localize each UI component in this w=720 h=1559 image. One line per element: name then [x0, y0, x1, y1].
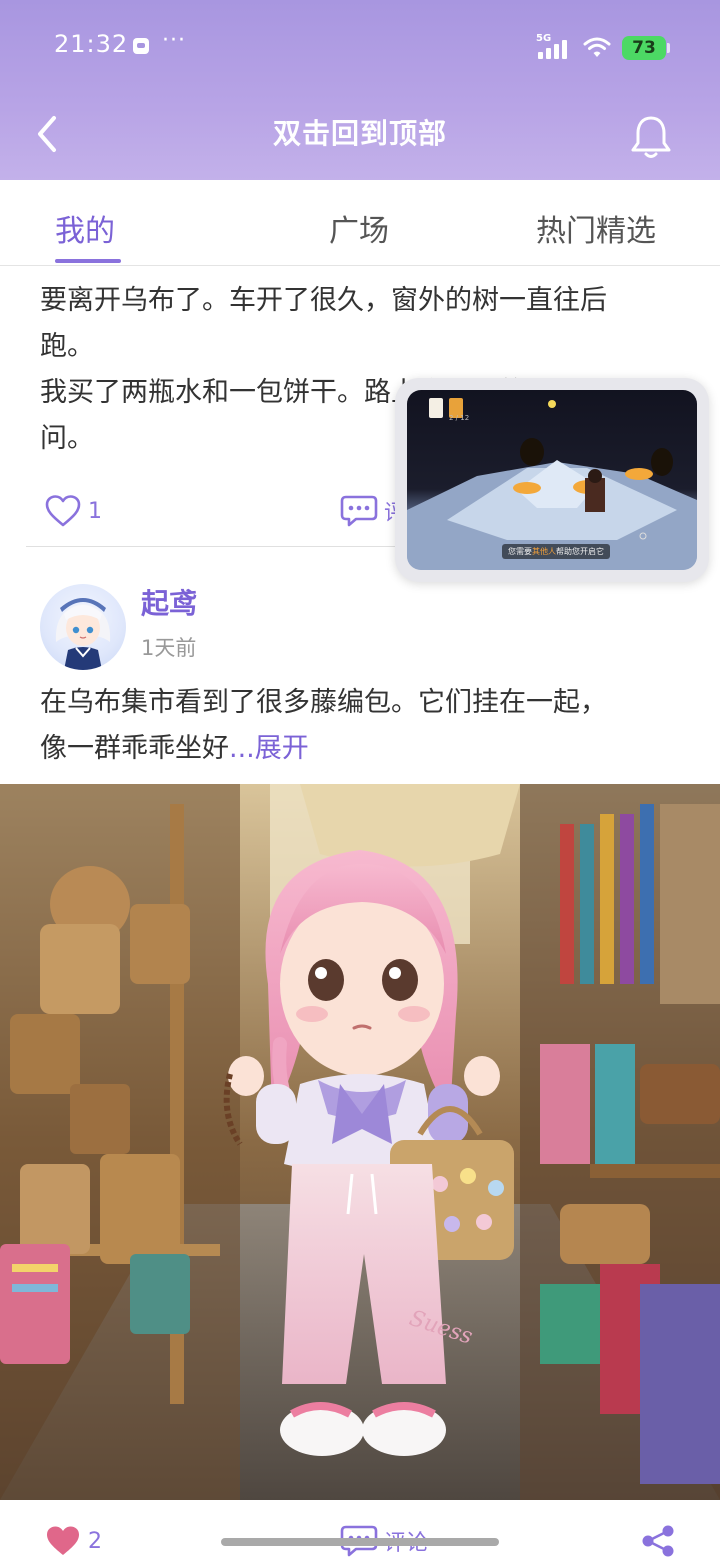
- expand-link[interactable]: ...展开: [229, 733, 309, 764]
- post-timestamp: 1天前: [141, 636, 197, 660]
- top-header: 21:32 ··· 5G 73 双击回到顶部: [0, 0, 720, 180]
- wifi-icon: [583, 37, 611, 57]
- post2-like-button[interactable]: 2: [44, 1524, 102, 1558]
- post1-like-count: 1: [88, 498, 102, 524]
- tab-plaza[interactable]: 广场: [329, 206, 389, 250]
- battery-tip: [667, 43, 670, 53]
- post-image[interactable]: Suess: [0, 784, 720, 1500]
- post2-like-count: 2: [88, 1528, 102, 1554]
- post2-line: 在乌布集市看到了很多藤编包。它们挂在一起，: [40, 687, 607, 718]
- floating-video-screen: 2 / 12 您需要其他人帮助您开启它: [407, 390, 697, 570]
- pip-level-text: 2 / 12: [449, 414, 470, 422]
- status-time: 21:32: [54, 30, 129, 58]
- share-button[interactable]: [640, 1524, 676, 1558]
- post1-line: 跑。: [40, 331, 94, 362]
- bell-icon[interactable]: [626, 112, 676, 162]
- avatar-illustration: [55, 598, 111, 670]
- post1-line: 要离开乌布了。车开了很久，窗外的树一直往后: [40, 285, 607, 316]
- signal-icon: [538, 40, 567, 59]
- comment-icon: [340, 495, 378, 527]
- heart-filled-icon: [47, 1526, 79, 1555]
- feed-tabs: 我的 广场 热门精选: [0, 180, 720, 266]
- caption-suffix: 帮助您开启它: [556, 547, 604, 556]
- caption-highlight: 其他人: [532, 547, 556, 556]
- post2-text: 在乌布集市看到了很多藤编包。它们挂在一起， 像一群乖乖坐好...展开: [40, 680, 690, 772]
- post2-action-bar: 2 评论: [0, 1500, 720, 1559]
- share-icon: [642, 1525, 674, 1557]
- heart-outline-icon: [45, 495, 81, 527]
- page-title[interactable]: 双击回到顶部: [160, 112, 560, 152]
- market-scene-illustration: Suess: [0, 784, 720, 1500]
- tab-hot-picks[interactable]: 热门精选: [536, 206, 656, 250]
- battery-indicator: 73: [622, 36, 666, 60]
- floating-video-window[interactable]: 2 / 12 您需要其他人帮助您开启它: [395, 378, 709, 582]
- post1-like-button[interactable]: 1: [44, 494, 102, 528]
- author-name[interactable]: 起鸢: [141, 582, 197, 622]
- game-hint-caption: 您需要其他人帮助您开启它: [502, 544, 610, 559]
- status-more-dots: ···: [162, 28, 186, 53]
- tab-mine[interactable]: 我的: [55, 206, 115, 250]
- post2-line-text: 像一群乖乖坐好: [40, 733, 229, 764]
- active-tab-indicator: [55, 259, 121, 263]
- app-notification-icon: [133, 38, 149, 54]
- post2-line: 像一群乖乖坐好...展开: [40, 726, 690, 772]
- caption-prefix: 您需要: [508, 547, 532, 556]
- home-indicator[interactable]: [221, 1538, 499, 1546]
- avatar[interactable]: [40, 584, 126, 670]
- back-button[interactable]: [28, 112, 68, 156]
